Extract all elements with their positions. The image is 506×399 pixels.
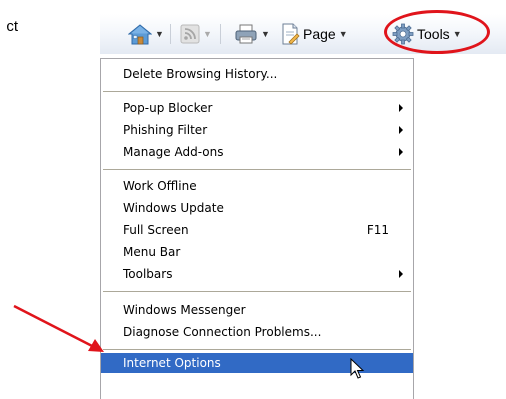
menu-item-label: Menu Bar: [123, 245, 181, 259]
menu-item-label: Manage Add-ons: [123, 145, 224, 159]
menu-item-menu-bar[interactable]: Menu Bar: [101, 241, 413, 263]
menu-separator: [103, 169, 411, 170]
annotation-circle: [384, 10, 490, 54]
page-menu-button[interactable]: Page ▼: [280, 22, 348, 46]
page-icon: [282, 23, 300, 45]
page-dropdown-arrow[interactable]: ▼: [339, 29, 348, 39]
menu-item-windows-messenger[interactable]: Windows Messenger: [101, 299, 413, 321]
menu-item-label: Diagnose Connection Problems...: [123, 325, 322, 339]
menu-item-label: Phishing Filter: [123, 123, 208, 137]
feeds-dropdown-arrow[interactable]: ▼: [203, 29, 212, 39]
feeds-button[interactable]: ▼: [180, 22, 212, 46]
submenu-arrow-icon: [399, 104, 403, 112]
submenu-arrow-icon: [399, 148, 403, 156]
home-dropdown-arrow[interactable]: ▼: [155, 29, 164, 39]
menu-item-label: Delete Browsing History...: [123, 67, 278, 81]
menu-item-windows-update[interactable]: Windows Update: [101, 197, 413, 219]
mouse-pointer-icon: [350, 358, 365, 379]
menu-item-diagnose-connection-problems[interactable]: Diagnose Connection Problems...: [101, 321, 413, 343]
menu-item-delete-browsing-history[interactable]: Delete Browsing History...: [101, 63, 413, 85]
toolbar-separator: [170, 24, 171, 44]
menu-separator: [103, 349, 411, 350]
menu-item-label: Windows Messenger: [123, 303, 246, 317]
annotation-arrow-icon: [13, 304, 104, 352]
menu-item-label: Pop-up Blocker: [123, 101, 213, 115]
menu-separator: [103, 91, 411, 92]
menu-item-toolbars[interactable]: Toolbars: [101, 263, 413, 285]
print-dropdown-arrow[interactable]: ▼: [261, 29, 270, 39]
submenu-arrow-icon: [399, 270, 403, 278]
printer-icon: [235, 24, 257, 44]
menu-item-label: Toolbars: [123, 267, 173, 281]
print-button[interactable]: ▼: [234, 22, 270, 46]
menu-item-label: Work Offline: [123, 179, 197, 193]
home-button[interactable]: ▼: [128, 22, 164, 46]
menu-item-popup-blocker[interactable]: Pop-up Blocker: [101, 97, 413, 119]
menu-item-label: Internet Options: [123, 356, 221, 370]
menu-item-work-offline[interactable]: Work Offline: [101, 175, 413, 197]
menu-item-label: Full Screen: [123, 223, 189, 237]
menu-item-full-screen[interactable]: Full Screen F11: [101, 219, 413, 241]
tools-dropdown-menu: Delete Browsing History... Pop-up Blocke…: [100, 58, 414, 399]
menu-item-shortcut: F11: [366, 223, 389, 237]
menu-separator: [103, 291, 411, 292]
page-menu-label: Page: [303, 26, 336, 42]
menu-item-manage-addons[interactable]: Manage Add-ons: [101, 141, 413, 163]
menu-item-phishing-filter[interactable]: Phishing Filter: [101, 119, 413, 141]
menu-item-label: Windows Update: [123, 201, 224, 215]
rss-feeds-icon: [180, 24, 200, 44]
submenu-arrow-icon: [399, 126, 403, 134]
toolbar-separator: [220, 24, 221, 44]
menu-item-internet-options[interactable]: Internet Options: [101, 353, 413, 373]
home-icon: [128, 24, 152, 45]
